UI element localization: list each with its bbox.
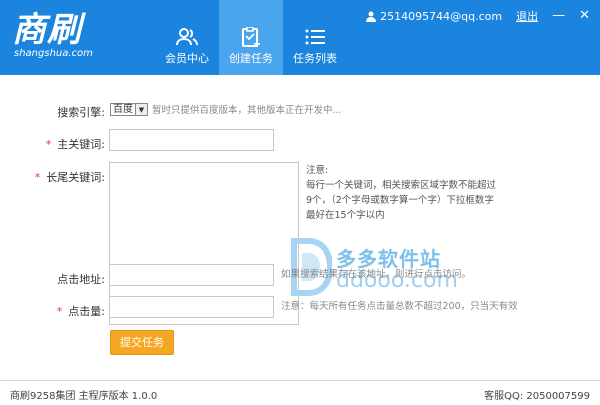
chevron-down-icon: ▼: [135, 104, 147, 115]
close-button[interactable]: ✕: [579, 9, 590, 22]
main-keyword-label: * 主关键词:: [30, 136, 105, 152]
longtail-hint-line: 最好在15个字以内: [306, 210, 385, 221]
version-text: 商刷9258集团 主程序版本 1.0.0: [10, 391, 158, 402]
engine-select[interactable]: 百度 ▼: [110, 103, 148, 116]
logo-text: 商刷: [12, 10, 82, 50]
users-icon: [176, 28, 198, 46]
tab-label: 会员中心: [165, 52, 209, 65]
status-bar: 商刷9258集团 主程序版本 1.0.0 客服QQ: 2050007599: [0, 380, 600, 405]
support-qq: 客服QQ: 2050007599: [484, 391, 590, 402]
logo: 商刷 shangshua.com: [12, 12, 93, 59]
engine-label: 搜索引擎:: [57, 106, 105, 119]
minimize-button[interactable]: —: [552, 9, 565, 22]
create-task-form: 搜索引擎: 百度 ▼ 暂时只提供百度版本，其他版本正在开发中... * 主关键词:…: [0, 75, 600, 380]
main-nav: 会员中心 创建任务 任务列表: [155, 0, 347, 75]
longtail-keyword-label: * 长尾关键词:: [30, 169, 105, 185]
engine-select-value: 百度: [113, 104, 133, 115]
click-count-label: * 点击量:: [30, 303, 105, 319]
list-icon: [305, 29, 325, 45]
engine-hint: 暂时只提供百度版本，其他版本正在开发中...: [152, 105, 342, 116]
clipboard-add-icon: [242, 27, 260, 47]
ddooo-logo-icon: [291, 238, 332, 296]
tab-task-list[interactable]: 任务列表: [283, 0, 347, 75]
submit-task-button[interactable]: 提交任务: [110, 330, 174, 355]
user-bar: 2514095744@qq.com 退出 — ✕: [365, 8, 590, 24]
longtail-hint-line: 注意:: [306, 165, 329, 176]
logo-domain: shangshua.com: [14, 48, 93, 59]
required-mark: *: [45, 138, 52, 151]
click-count-input[interactable]: [109, 296, 274, 318]
click-count-hint: 注意：每天所有任务点击量总数不超过200，只当天有效: [281, 301, 518, 312]
main-keyword-input[interactable]: [109, 129, 274, 151]
tab-label: 创建任务: [229, 52, 273, 65]
longtail-keyword-label-text: 长尾关键词:: [46, 171, 105, 184]
required-mark: *: [56, 305, 63, 318]
click-count-label-text: 点击量:: [68, 305, 105, 318]
title-bar: 商刷 shangshua.com 会员中心 创建任务 任务列表 25140957…: [0, 0, 600, 75]
required-mark: *: [34, 171, 41, 184]
longtail-hint-line: 每行一个关键词，相关搜索区域字数不能超过: [306, 180, 497, 191]
logout-link[interactable]: 退出: [516, 8, 538, 24]
main-keyword-label-text: 主关键词:: [57, 138, 105, 151]
longtail-hint: 注意: 每行一个关键词，相关搜索区域字数不能超过 9个，（2个字母或数字算一个字…: [306, 164, 496, 222]
click-url-input[interactable]: [109, 264, 274, 286]
click-url-hint: 如果搜索结果存在该地址，则进行点击访问。: [281, 269, 472, 280]
user-icon: [366, 11, 377, 22]
click-url-label: 点击地址:: [57, 273, 105, 286]
tab-member-center[interactable]: 会员中心: [155, 0, 219, 75]
longtail-hint-line: 9个，（2个字母或数字算一个字）下拉框数字: [306, 195, 494, 206]
user-email: 2514095744@qq.com: [380, 9, 503, 23]
tab-create-task[interactable]: 创建任务: [219, 0, 283, 75]
tab-label: 任务列表: [293, 52, 337, 65]
